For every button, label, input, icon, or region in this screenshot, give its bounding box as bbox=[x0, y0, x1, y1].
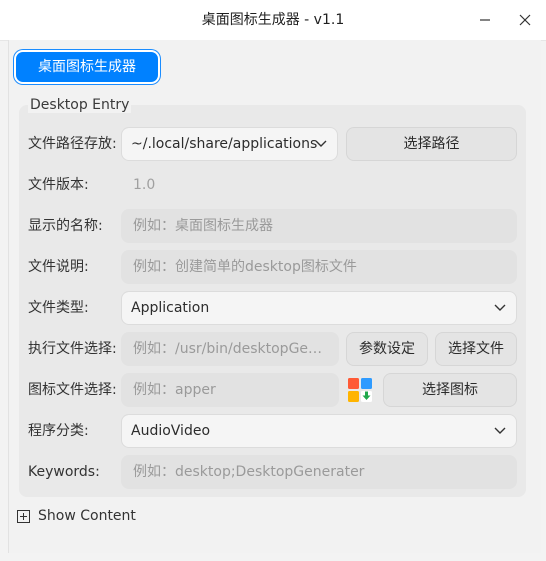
category-select-value: AudioVideo bbox=[131, 423, 211, 439]
chevron-down-icon bbox=[315, 140, 327, 147]
path-label: 文件路径存放: bbox=[28, 136, 117, 152]
path-select-value: ~/.local/share/applications bbox=[131, 136, 318, 152]
comment-input[interactable]: 例如：创建简单的desktop图标文件 bbox=[121, 250, 517, 284]
type-select-value: Application bbox=[131, 300, 210, 316]
window-title: 桌面图标生成器 - v1.1 bbox=[201, 12, 345, 28]
select-file-button[interactable]: 选择文件 bbox=[435, 332, 517, 366]
keywords-input[interactable]: 例如：desktop;DesktopGenerater bbox=[121, 455, 517, 489]
version-field: 1.0 bbox=[133, 177, 156, 193]
chevron-down-icon bbox=[494, 304, 506, 311]
version-label: 文件版本: bbox=[28, 177, 89, 193]
minimize-button[interactable] bbox=[473, 8, 497, 32]
select-icon-button[interactable]: 选择图标 bbox=[383, 373, 517, 407]
icon-preview-icon bbox=[348, 378, 372, 402]
path-select[interactable]: ~/.local/share/applications bbox=[121, 127, 338, 161]
name-label: 显示的名称: bbox=[28, 218, 103, 234]
type-select[interactable]: Application bbox=[121, 291, 517, 325]
minimize-icon bbox=[480, 19, 490, 21]
exec-label: 执行文件选择: bbox=[28, 341, 117, 357]
show-content-toggle[interactable]: Show Content bbox=[17, 505, 136, 527]
category-label: 程序分类: bbox=[28, 423, 89, 439]
name-input[interactable]: 例如：桌面图标生成器 bbox=[121, 209, 517, 243]
chevron-down-icon bbox=[494, 427, 506, 434]
app-title-button[interactable]: 桌面图标生成器 bbox=[16, 52, 158, 82]
category-select[interactable]: AudioVideo bbox=[121, 414, 517, 448]
group-title: Desktop Entry bbox=[28, 97, 132, 113]
close-icon bbox=[519, 14, 531, 26]
expand-icon bbox=[17, 509, 30, 523]
icon-label: 图标文件选择: bbox=[28, 382, 117, 398]
select-path-button[interactable]: 选择路径 bbox=[346, 127, 517, 161]
icon-input[interactable]: 例如：apper bbox=[121, 373, 339, 407]
close-button[interactable] bbox=[513, 8, 537, 32]
show-content-label: Show Content bbox=[38, 508, 136, 524]
comment-label: 文件说明: bbox=[28, 259, 89, 275]
exec-input[interactable]: 例如：/usr/bin/desktopGen… bbox=[121, 332, 339, 366]
title-bar: 桌面图标生成器 - v1.1 bbox=[0, 0, 546, 41]
keywords-label: Keywords: bbox=[28, 464, 100, 480]
params-button[interactable]: 参数设定 bbox=[346, 332, 428, 366]
type-label: 文件类型: bbox=[28, 300, 89, 316]
